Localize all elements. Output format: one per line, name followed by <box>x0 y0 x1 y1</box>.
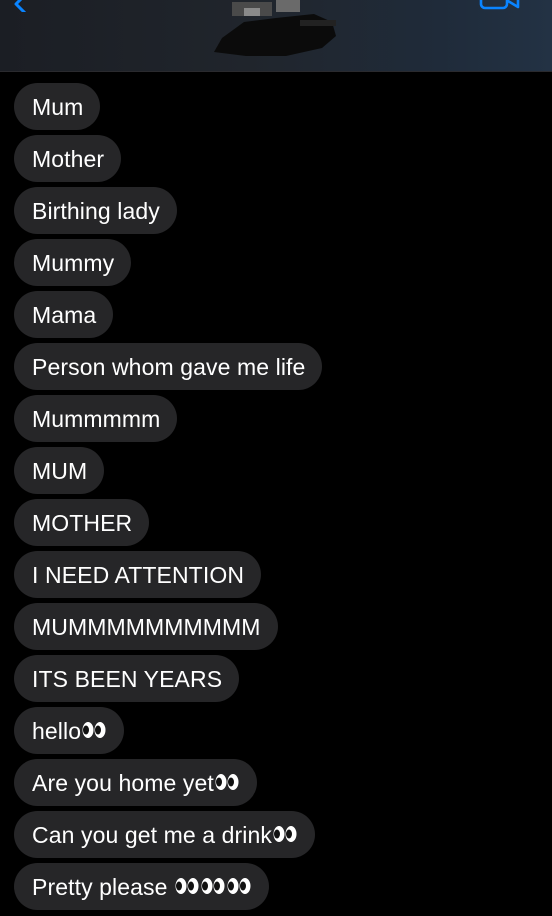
eyes-emoji-icon <box>81 721 107 739</box>
message-text: Mummy <box>32 250 115 276</box>
message-bubble[interactable]: Mummmmm <box>14 395 178 442</box>
message-bubble[interactable]: MOTHER <box>14 499 150 546</box>
message-bubble[interactable]: Mum <box>14 83 101 130</box>
message-text: Mummmmm <box>32 406 161 432</box>
back-chevron-icon[interactable] <box>8 0 34 12</box>
video-call-icon[interactable] <box>478 0 522 12</box>
message-bubble[interactable]: Person whom gave me life <box>14 343 323 390</box>
message-bubble[interactable]: ITS BEEN YEARS <box>14 655 240 702</box>
message-text: Are you home yet <box>32 770 214 796</box>
message-bubble[interactable]: Mummy <box>14 239 132 286</box>
message-text: I NEED ATTENTION <box>32 562 245 588</box>
message-text: Mum <box>32 94 84 120</box>
message-bubble[interactable]: Can you get me a drink <box>14 811 315 858</box>
message-text: Pretty please <box>32 874 175 900</box>
message-list: Mum Mother Birthing lady Mummy Mama Person wh… <box>14 83 534 915</box>
message-bubble[interactable]: Mama <box>14 291 114 338</box>
message-text: MUMMMMMMMMMM <box>32 614 261 640</box>
message-text: Mama <box>32 302 97 328</box>
message-text: hello <box>32 718 82 744</box>
eyes-emoji-icon <box>174 877 200 895</box>
message-text: Person whom gave me life <box>32 354 306 380</box>
message-bubble[interactable]: Birthing lady <box>14 187 177 234</box>
chat-header <box>0 0 552 72</box>
message-bubble[interactable]: Mother <box>14 135 122 182</box>
message-bubble[interactable]: I NEED ATTENTION <box>14 551 262 598</box>
message-bubble[interactable]: Are you home yet <box>14 759 257 806</box>
message-text: Mother <box>32 146 105 172</box>
contact-avatar[interactable] <box>204 0 360 62</box>
eyes-emoji-icon <box>200 877 226 895</box>
message-text: Can you get me a drink <box>32 822 272 848</box>
message-bubble[interactable]: MUMMMMMMMMMM <box>14 603 278 650</box>
message-bubble[interactable]: Pretty please <box>14 863 270 910</box>
message-text: Birthing lady <box>32 198 160 224</box>
message-bubble[interactable]: hello <box>14 707 125 754</box>
message-text: MOTHER <box>32 510 133 536</box>
message-text: ITS BEEN YEARS <box>32 666 223 692</box>
message-text: MUM <box>32 458 88 484</box>
eyes-emoji-icon <box>226 877 252 895</box>
eyes-emoji-icon <box>272 825 298 843</box>
conversation-screen: Mum Mother Birthing lady Mummy Mama Person wh… <box>0 0 552 916</box>
message-bubble[interactable]: MUM <box>14 447 105 494</box>
eyes-emoji-icon <box>214 773 240 791</box>
